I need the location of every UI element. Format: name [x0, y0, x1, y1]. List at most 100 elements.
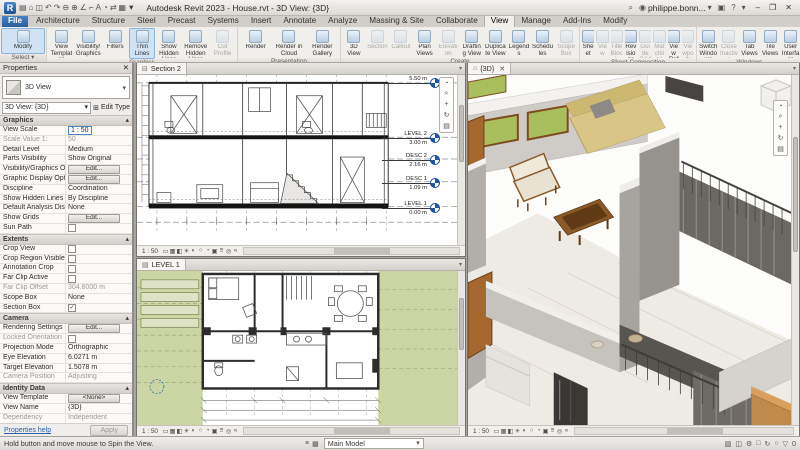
- property-value[interactable]: [68, 334, 76, 343]
- ribbon-button[interactable]: View Reference: [667, 28, 681, 59]
- selection-tool-icon[interactable]: ↻: [765, 440, 771, 448]
- qat-tool-icon[interactable]: ⌐: [89, 3, 94, 13]
- view-control-icon[interactable]: «: [232, 427, 239, 435]
- ribbon-button[interactable]: Render in Cloud: [272, 28, 305, 58]
- property-value[interactable]: None: [68, 294, 85, 303]
- nav-tool-icon[interactable]: ↻: [778, 134, 784, 142]
- view-control-icon[interactable]: ◔: [204, 247, 211, 255]
- ribbon-button[interactable]: Close Inactive: [719, 28, 740, 59]
- property-value[interactable]: Medium: [68, 146, 93, 155]
- nav-tool-icon[interactable]: +: [444, 101, 448, 108]
- qat-tool-icon[interactable]: A: [96, 3, 101, 13]
- section-header-graphics[interactable]: Graphics ▴: [0, 115, 132, 126]
- nav-tool-icon[interactable]: ◔: [778, 103, 782, 110]
- property-value[interactable]: Edit...: [68, 174, 120, 184]
- ribbon-button[interactable]: Callout: [389, 28, 413, 58]
- ribbon-button[interactable]: Title Block: [610, 28, 624, 59]
- navigation-bar[interactable]: ◔ ⌕ + ↻ ▤: [439, 77, 454, 133]
- ribbon-button[interactable]: Guide Grid: [638, 28, 652, 59]
- type-selector[interactable]: 3D View ▾: [2, 76, 130, 99]
- view-control-icon[interactable]: ◎: [225, 427, 232, 435]
- level-marker[interactable]: DESC 2 2.16 m: [382, 152, 440, 169]
- search-icon[interactable]: ⌕: [628, 3, 632, 13]
- view-scale-button[interactable]: 1 : 50: [470, 428, 492, 435]
- qat-tool-icon[interactable]: ◔: [103, 3, 108, 13]
- qat-tool-icon[interactable]: ⊕: [71, 3, 78, 13]
- ribbon-tab[interactable]: Architecture: [30, 15, 86, 27]
- property-value[interactable]: Independent: [68, 414, 107, 423]
- tab-overflow-icon[interactable]: ▾: [456, 65, 465, 72]
- close-button[interactable]: ✕: [781, 3, 796, 12]
- ribbon-button[interactable]: Switch Windows: [698, 28, 719, 59]
- ribbon-button[interactable]: Schedules: [531, 28, 555, 58]
- qat-tool-icon[interactable]: ⌂: [29, 3, 34, 13]
- ribbon-button[interactable]: Remove Hidden Lines: [182, 28, 209, 59]
- panel-label-windows[interactable]: Windows: [697, 59, 800, 62]
- status-tool-icon[interactable]: ▦: [312, 440, 319, 448]
- ribbon-button[interactable]: Render: [239, 28, 272, 58]
- ribbon-tab[interactable]: Collaborate: [430, 15, 484, 27]
- view-control-icon[interactable]: «: [563, 427, 570, 435]
- ribbon-tab[interactable]: Manage: [515, 15, 557, 27]
- ribbon-button[interactable]: Drafting View: [460, 28, 484, 58]
- apply-button[interactable]: Apply: [90, 425, 128, 436]
- vertical-scrollbar[interactable]: [457, 74, 465, 246]
- ribbon-button[interactable]: Cut Profile: [209, 28, 236, 59]
- ribbon-button[interactable]: Visibility/ Graphics: [75, 28, 102, 59]
- restore-button[interactable]: ❐: [765, 3, 780, 12]
- view-tab-level1[interactable]: ▤ LEVEL 1: [137, 259, 186, 270]
- view-control-icon[interactable]: ▣: [211, 247, 218, 255]
- filter-icon[interactable]: ▽: [783, 440, 788, 448]
- 3d-view-canvas[interactable]: ◔ ⌕ + ↻ ▤: [468, 74, 792, 426]
- ribbon-tab[interactable]: Add-Ins: [557, 15, 597, 27]
- status-tool-icon[interactable]: ≡: [305, 440, 309, 448]
- level-marker[interactable]: LEVEL 2 3.00 m: [382, 130, 440, 147]
- view-control-icon[interactable]: ◎: [556, 427, 563, 435]
- view-filter-combo[interactable]: 3D View: {3D} ▾: [2, 101, 92, 114]
- property-value[interactable]: <None>: [68, 394, 120, 403]
- section-header-extents[interactable]: Extents ▴: [0, 233, 132, 245]
- view-control-icon[interactable]: ☀: [514, 427, 521, 435]
- property-value[interactable]: 6.0271 m: [68, 354, 97, 363]
- user-account-menu[interactable]: ◉ philippe.bonn... ▾: [639, 3, 712, 13]
- ribbon-button[interactable]: Thin Lines: [128, 28, 156, 59]
- ribbon-button[interactable]: Modify: [1, 28, 45, 54]
- nav-tool-icon[interactable]: ⌕: [779, 113, 783, 121]
- ribbon-button[interactable]: Duplicate View: [484, 28, 508, 58]
- ribbon-button[interactable]: View Templates: [48, 28, 75, 59]
- view-control-icon[interactable]: ◐: [521, 427, 528, 435]
- horizontal-scrollbar[interactable]: [243, 427, 460, 435]
- view-control-icon[interactable]: ◧: [507, 427, 514, 435]
- property-value[interactable]: 50: [68, 136, 76, 145]
- property-value[interactable]: None: [68, 204, 85, 213]
- ribbon-tab[interactable]: Structure: [86, 15, 131, 27]
- view-control-icon[interactable]: ≡: [218, 427, 225, 435]
- view-control-icon[interactable]: ◎: [225, 247, 232, 255]
- property-value[interactable]: By Discipline: [68, 195, 108, 204]
- properties-close-icon[interactable]: ✕: [123, 63, 129, 72]
- ribbon-button[interactable]: Show Hidden Lines: [155, 28, 182, 59]
- section-view-canvas[interactable]: ◔ ⌕ + ↻ ▤ 5.50 m LEVEL 2 3.00 m DESC 2 2.16 m …: [137, 74, 458, 246]
- nav-tool-icon[interactable]: ⌕: [445, 90, 449, 98]
- tab-close-icon[interactable]: ✕: [497, 65, 505, 73]
- view-control-icon[interactable]: ☀: [183, 247, 190, 255]
- property-value[interactable]: 304.8000 m: [68, 284, 105, 293]
- view-control-icon[interactable]: ▣: [542, 427, 549, 435]
- view-control-icon[interactable]: ≡: [549, 427, 556, 435]
- ribbon-tab[interactable]: Systems: [201, 15, 244, 27]
- help-caret-icon[interactable]: ▾: [742, 3, 746, 12]
- level-marker[interactable]: DESC 1 1.09 m: [382, 175, 440, 192]
- ribbon-button[interactable]: Elevation: [436, 28, 460, 58]
- selection-tool-icon[interactable]: ○: [774, 440, 778, 448]
- plan-view-canvas[interactable]: [137, 270, 458, 426]
- ribbon-tab[interactable]: Analyze: [322, 15, 363, 27]
- navigation-bar[interactable]: ◔ ⌕ + ↻ ▤: [773, 100, 788, 156]
- ribbon-button[interactable]: 3D View: [342, 28, 366, 58]
- qat-tool-icon[interactable]: ↶: [45, 3, 52, 13]
- section-header-camera[interactable]: Camera ▴: [0, 313, 132, 325]
- property-value[interactable]: {3D}: [68, 404, 82, 413]
- view-control-icon[interactable]: ▦: [169, 427, 176, 435]
- view-control-icon[interactable]: ○: [197, 427, 204, 435]
- panel-label-graphics[interactable]: Graphics: [47, 59, 237, 62]
- design-option-select[interactable]: Main Model ▾: [323, 438, 424, 449]
